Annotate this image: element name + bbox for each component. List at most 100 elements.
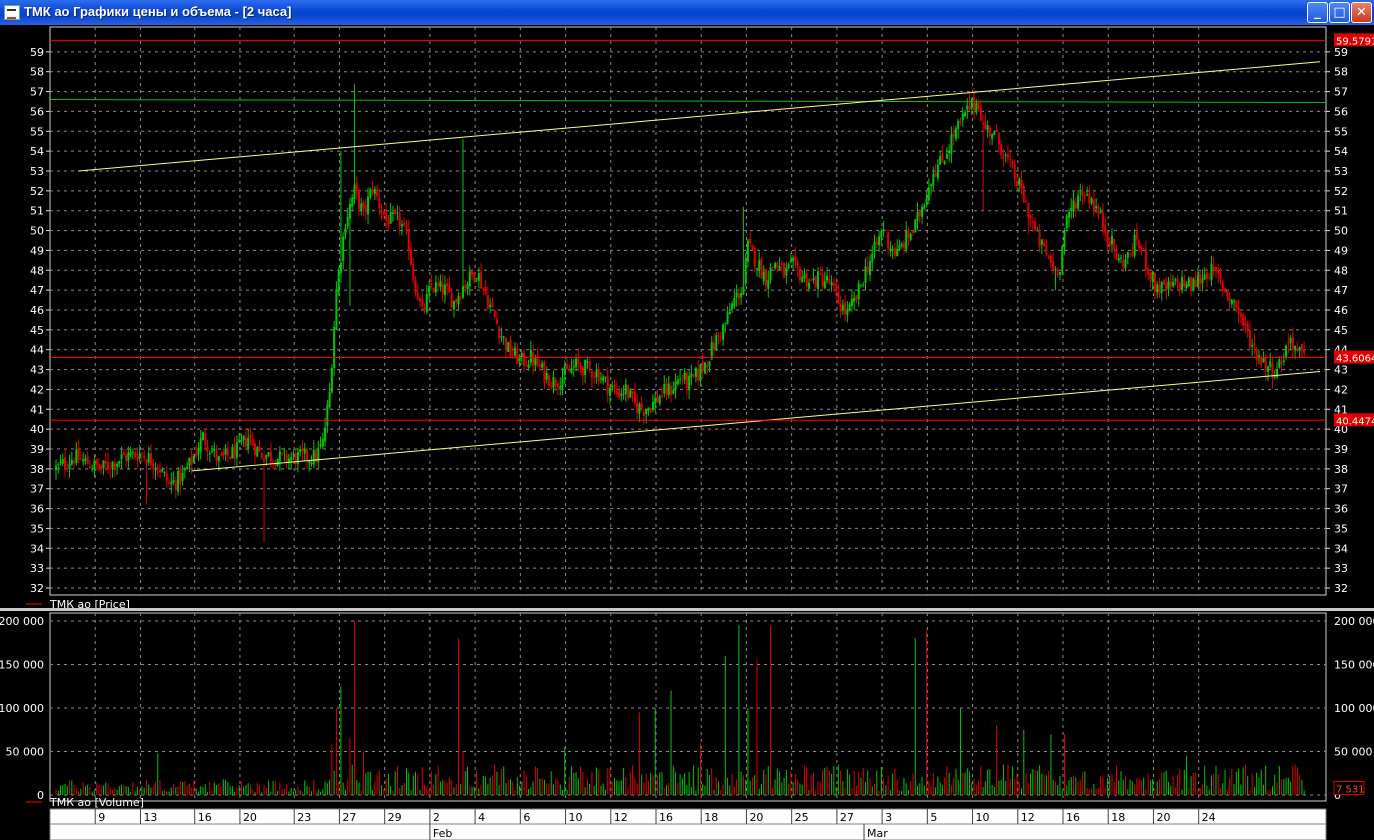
candle-body[interactable] [733,298,736,307]
candle-body[interactable] [1187,277,1190,287]
candle-body[interactable] [642,411,645,417]
candle-body[interactable] [534,356,537,365]
candle-body[interactable] [1016,181,1019,186]
candle-body[interactable] [993,131,996,136]
candle-body[interactable] [416,292,419,301]
candle-body[interactable] [509,339,512,356]
candle-body[interactable] [400,224,403,227]
candle-body[interactable] [839,303,842,312]
candle-body[interactable] [966,105,969,110]
candle-body[interactable] [690,373,693,378]
candle-body[interactable] [963,112,966,116]
candle-body[interactable] [697,368,700,380]
candle-body[interactable] [197,449,200,455]
candle-body[interactable] [1020,179,1023,190]
candle-body[interactable] [744,259,747,284]
candle-body[interactable] [77,447,80,461]
candle-body[interactable] [466,284,469,290]
candle-body[interactable] [294,453,297,465]
candle-body[interactable] [581,366,584,376]
candle-body[interactable] [156,466,159,470]
candle-body[interactable] [385,212,388,221]
candle-body[interactable] [1199,274,1202,285]
candle-body[interactable] [636,402,639,414]
candle-body[interactable] [945,154,948,159]
candle-body[interactable] [1214,266,1217,272]
candle-body[interactable] [367,196,370,215]
candle-body[interactable] [471,270,474,275]
candle-body[interactable] [1300,344,1303,351]
candle-body[interactable] [179,468,182,484]
candle-body[interactable] [1138,240,1141,249]
candle-body[interactable] [389,211,392,224]
candle-body[interactable] [688,375,691,391]
candle-body[interactable] [604,376,607,378]
candle-body[interactable] [997,132,1000,145]
candle-body[interactable] [211,450,214,453]
candle-body[interactable] [977,101,980,110]
candle-body[interactable] [1054,269,1057,271]
candle-body[interactable] [1167,281,1170,290]
candle-body[interactable] [407,228,410,251]
candle-body[interactable] [706,364,709,368]
window-titlebar[interactable]: ТМК ао Графики цены и объема - [2 часа] … [0,0,1374,25]
candle-body[interactable] [1074,202,1077,209]
candle-body[interactable] [484,286,487,294]
candle-body[interactable] [701,361,704,372]
candle-body[interactable] [362,202,365,208]
candle-body[interactable] [835,283,838,292]
candle-body[interactable] [545,372,548,380]
candle-body[interactable] [871,253,874,262]
candle-body[interactable] [1172,282,1175,286]
candle-body[interactable] [319,444,322,446]
candle-body[interactable] [608,387,611,396]
candle-body[interactable] [199,438,202,452]
candle-body[interactable] [391,212,394,215]
candle-body[interactable] [1092,199,1095,211]
candle-body[interactable] [889,248,892,251]
candle-body[interactable] [561,377,564,388]
candle-body[interactable] [1181,277,1184,291]
candle-body[interactable] [414,280,417,294]
candle-body[interactable] [283,451,286,453]
candle-body[interactable] [911,231,914,233]
candle-body[interactable] [819,273,822,275]
candle-body[interactable] [247,438,250,450]
candle-body[interactable] [131,451,134,453]
candle-body[interactable] [511,354,514,356]
candle-body[interactable] [425,293,428,313]
candle-body[interactable] [1124,259,1127,268]
candle-body[interactable] [278,451,281,462]
candle-body[interactable] [645,409,648,415]
candle-body[interactable] [59,462,62,464]
candle-body[interactable] [213,448,216,452]
candle-body[interactable] [672,390,675,394]
candle-body[interactable] [464,285,467,288]
candle-body[interactable] [742,286,745,295]
candle-body[interactable] [869,261,872,275]
candle-body[interactable] [1296,348,1299,350]
candle-body[interactable] [455,299,458,303]
candle-body[interactable] [251,439,254,446]
candle-body[interactable] [715,335,718,351]
candle-body[interactable] [265,455,268,459]
candle-body[interactable] [188,457,191,466]
candle-body[interactable] [1009,159,1012,161]
candle-body[interactable] [681,379,684,382]
candle-body[interactable] [948,150,951,154]
candle-body[interactable] [204,433,207,446]
candle-body[interactable] [190,455,193,465]
candle-body[interactable] [502,336,505,338]
candle-body[interactable] [195,453,198,457]
candle-body[interactable] [215,450,218,461]
candle-body[interactable] [260,452,263,458]
candle-body[interactable] [1061,245,1064,273]
candle-body[interactable] [1237,307,1240,314]
candle-body[interactable] [1156,284,1159,293]
candle-body[interactable] [1142,248,1145,250]
candle-body[interactable] [1058,271,1061,275]
candle-body[interactable] [446,283,449,287]
candle-body[interactable] [520,353,523,358]
candle-body[interactable] [396,212,399,214]
candle-body[interactable] [253,443,256,456]
